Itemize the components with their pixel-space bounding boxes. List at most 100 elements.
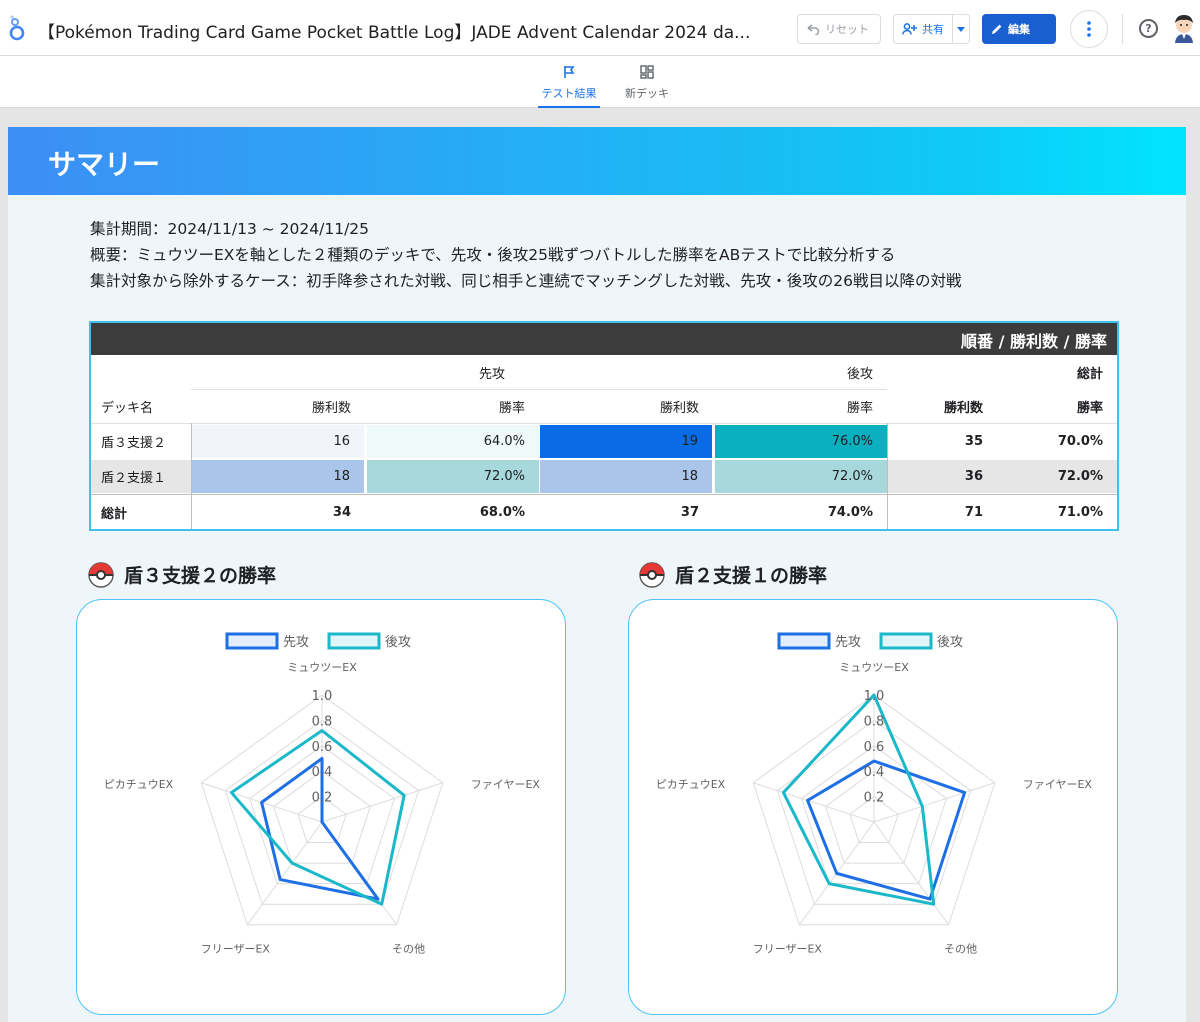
section-heading-deck-b: 盾２支援１の勝率	[639, 561, 827, 588]
summary-pivot-table[interactable]: 順番 / 勝利数 / 勝率 先攻 後攻 総計 デッキ名 勝利数 勝率 勝利数 勝…	[89, 321, 1119, 531]
row1-total-wins: 35	[964, 434, 983, 449]
row2-deck: 盾２支援１	[91, 460, 191, 493]
total-first-rate: 68.0%	[479, 504, 525, 520]
col-deck-header[interactable]: デッキ名	[91, 389, 191, 423]
radar-tick-label: 0.8	[312, 714, 333, 729]
row1-total-rate: 70.0%	[1057, 434, 1103, 449]
toolbar-divider	[1122, 14, 1123, 44]
dashboard-icon	[640, 65, 654, 79]
page-navigation: テスト結果 新デッキ	[0, 56, 1200, 108]
legend-label-first: 先攻	[835, 635, 861, 650]
radar-axis-label: その他	[944, 943, 977, 956]
report-title[interactable]: 【Pokémon Trading Card Game Pocket Battle…	[38, 18, 750, 43]
row1-deck: 盾３支援２	[101, 436, 167, 451]
app-header: 【Pokémon Trading Card Game Pocket Battle…	[0, 0, 1200, 56]
radar-tick-label: 0.6	[864, 740, 885, 755]
row1-second-wins: 19	[540, 425, 712, 458]
col-total-wins-header[interactable]: 勝利数	[887, 389, 997, 423]
edit-button[interactable]: 編集	[982, 14, 1056, 44]
radar-spoke	[873, 782, 995, 823]
overview-text: 概要：ミュウツーEXを軸とした２種類のデッキで、先攻・後攻25戦ずつバトルした勝…	[90, 246, 896, 264]
looker-studio-logo-icon[interactable]	[6, 14, 28, 42]
share-label: 共有	[922, 23, 944, 36]
tab-test-results[interactable]: テスト結果	[538, 62, 600, 108]
reset-label: リセット	[825, 23, 869, 36]
header-underline	[91, 423, 1117, 424]
radar-tick-label: 0.6	[312, 740, 333, 755]
radar-tick-label: 1.0	[864, 689, 885, 704]
total-first-wins: 34	[332, 504, 351, 520]
group-second-header: 後攻	[846, 366, 873, 382]
radar-axis-label: ピカチュウEX	[656, 778, 726, 791]
legend-swatch-first	[225, 632, 279, 650]
summary-banner: サマリー	[8, 127, 1186, 195]
radar-tick-label: 0.8	[864, 714, 885, 729]
radar-chart-deck-b[interactable]: 0.2 0.4 0.6 0.8 1.0 ミュウツーEX ファイヤーEX その他 フリーザーEX ピ…	[629, 600, 1119, 1016]
pokeball-icon	[88, 561, 114, 588]
radar-tick-label: 0.2	[312, 791, 333, 806]
radar-axis-label: ミュウツーEX	[839, 661, 909, 674]
total-second-rate: 74.0%	[827, 504, 873, 520]
row2-second-rate: 72.0%	[715, 460, 887, 493]
col-total-rate-header[interactable]: 勝率	[997, 389, 1117, 423]
row2-first-wins: 18	[192, 460, 364, 493]
tab-new-deck-label: 新デッキ	[625, 87, 669, 100]
legend-swatch-second	[879, 632, 933, 650]
row2-total-wins: 36	[887, 460, 997, 493]
help-icon[interactable]: ?	[1139, 19, 1158, 38]
section-heading-deck-a: 盾３支援２の勝率	[88, 561, 276, 588]
banner-title: サマリー	[48, 148, 161, 181]
share-button[interactable]: 共有	[893, 14, 953, 44]
radar-axis-label: フリーザーEX	[753, 943, 823, 956]
radar-spoke	[246, 821, 323, 926]
pokeball-icon	[639, 561, 665, 588]
radar-chart-panel-deck-b[interactable]: 0.2 0.4 0.6 0.8 1.0 ミュウツーEX ファイヤーEX その他 フリーザーEX ピ…	[628, 599, 1118, 1015]
radar-chart-deck-a[interactable]: 0.2 0.4 0.6 0.8 1.0 ミュウツーEX ファイヤーEX その他 フリーザーEX ピ…	[77, 600, 567, 1016]
row2-second-wins: 18	[540, 460, 712, 493]
col-second-wins-header[interactable]: 勝利数	[539, 389, 713, 423]
radar-series-second	[229, 729, 406, 906]
radar-tick-label: 0.4	[864, 765, 885, 780]
exclusions-text: 集計対象から除外するケース：初手降参された対戦、同じ相手と連続でマッチングした対…	[90, 272, 962, 290]
radar-axis-label: ミュウツーEX	[287, 661, 357, 674]
user-avatar[interactable]	[1170, 13, 1198, 43]
total-column-divider	[887, 423, 888, 529]
tab-new-deck[interactable]: 新デッキ	[616, 62, 678, 108]
row1-first-rate: 64.0%	[367, 425, 539, 458]
radar-axis-label: その他	[392, 943, 425, 956]
report-canvas: サマリー 集計期間：2024/11/13 ~ 2024/11/25 概要：ミュウ…	[8, 127, 1186, 1022]
legend-swatch-second	[327, 632, 381, 650]
grand-total-rate: 71.0%	[1057, 504, 1103, 520]
radar-chart-panel-deck-a[interactable]: 0.2 0.4 0.6 0.8 1.0 ミュウツーEX ファイヤーEX その他 フリーザーEX ピ…	[76, 599, 566, 1015]
reset-button[interactable]: リセット	[797, 14, 881, 44]
col-second-rate-header[interactable]: 勝率	[713, 389, 887, 423]
caret-down-icon	[957, 26, 965, 32]
deck-column-divider	[191, 423, 192, 529]
person-add-icon	[902, 23, 917, 35]
edit-label: 編集	[1008, 23, 1030, 36]
grand-total-wins: 71	[964, 504, 983, 520]
row2-total-rate: 72.0%	[997, 460, 1117, 493]
col-first-rate-header[interactable]: 勝率	[365, 389, 539, 423]
radar-axis-label: フリーザーEX	[201, 943, 271, 956]
radar-tick-label: 0.2	[864, 791, 885, 806]
tab-test-results-label: テスト結果	[541, 87, 597, 100]
row1-second-rate: 76.0%	[715, 425, 887, 458]
row1-first-wins: 16	[192, 425, 364, 458]
radar-spoke	[321, 782, 443, 823]
radar-axis-label: ファイヤーEX	[1023, 778, 1093, 791]
radar-axis-label: ファイヤーEX	[471, 778, 541, 791]
radar-series-first	[806, 759, 967, 901]
total-row-label: 総計	[101, 506, 128, 522]
legend-swatch-first	[777, 632, 831, 650]
share-options-button[interactable]	[952, 14, 970, 44]
col-first-wins-header[interactable]: 勝利数	[191, 389, 365, 423]
section-title-deck-a: 盾３支援２の勝率	[124, 565, 277, 587]
radar-tick-label: 0.4	[312, 765, 333, 780]
radar-axis-label: ピカチュウEX	[104, 778, 174, 791]
more-options-button[interactable]	[1070, 10, 1108, 48]
group-first-header: 先攻	[478, 366, 505, 382]
pencil-icon	[992, 24, 1002, 34]
total-second-wins: 37	[680, 504, 699, 520]
legend-label-first: 先攻	[283, 635, 309, 650]
